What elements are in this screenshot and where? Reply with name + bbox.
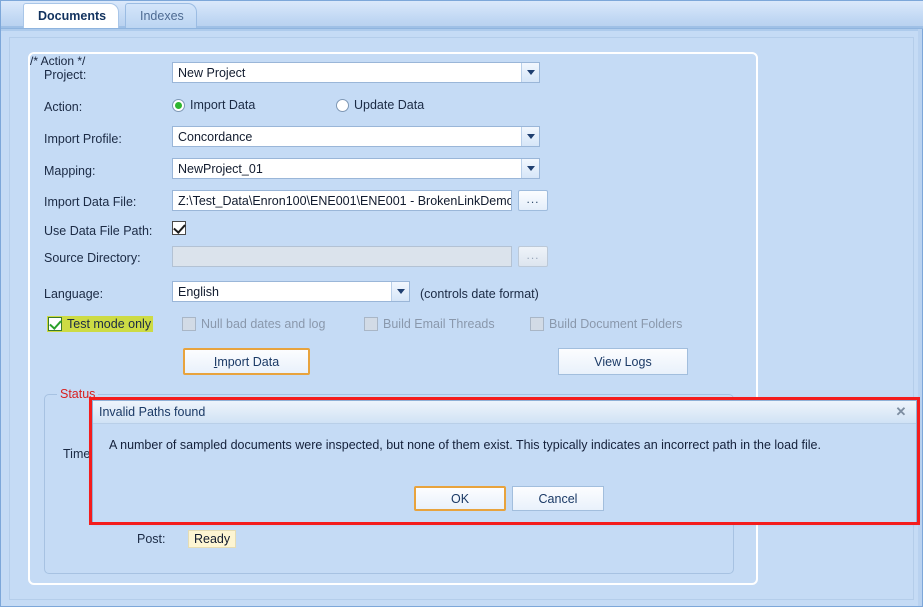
use-data-file-path-checkbox[interactable] [172,221,191,235]
dialog-ok-label: OK [451,492,469,506]
tab-indexes[interactable]: Indexes [125,3,197,28]
dialog-ok-button[interactable]: OK [414,486,506,511]
dialog-title-bar: Invalid Paths found ✕ [93,401,916,424]
checkbox-build-document-folders-label: Build Document Folders [549,317,682,331]
invalid-paths-dialog: Invalid Paths found ✕ A number of sample… [92,400,917,522]
checkbox-indicator [172,221,186,235]
browse-data-file-button[interactable]: ... [518,190,548,211]
radio-update-data[interactable]: Update Data [336,98,424,112]
status-groupbox-legend: Status [57,387,98,401]
application-window: Documents Indexes Project: New Project /… [0,0,923,607]
checkbox-indicator [182,317,196,331]
view-logs-button-label: View Logs [594,355,651,369]
close-icon[interactable]: ✕ [892,403,910,421]
import-data-button-label: Import Data [214,355,279,369]
right-edge-strip [918,29,922,606]
source-directory-input [172,246,512,267]
dialog-cancel-button[interactable]: Cancel [512,486,604,511]
language-label: Language: [44,287,103,301]
checkbox-indicator [530,317,544,331]
checkbox-null-bad-dates-and-log-label: Null bad dates and log [201,317,325,331]
checkbox-indicator [364,317,378,331]
view-logs-button[interactable]: View Logs [558,348,688,375]
mapping-label: Mapping: [44,164,95,178]
radio-import-data[interactable]: Import Data [172,98,255,112]
import-data-file-value: Z:\Test_Data\Enron100\ENE001\ENE001 - Br… [178,194,512,208]
radio-update-data-indicator [336,99,349,112]
language-value: English [173,285,391,299]
tab-documents-label: Documents [38,9,106,23]
tab-indexes-label: Indexes [140,9,184,23]
dialog-title: Invalid Paths found [99,405,205,419]
import-profile-value: Concordance [173,130,521,144]
radio-import-data-indicator [172,99,185,112]
radio-update-data-label: Update Data [354,98,424,112]
checkbox-null-bad-dates-and-log: Null bad dates and log [182,317,325,331]
mapping-combo[interactable]: NewProject_01 [172,158,540,179]
checkbox-indicator [48,317,62,331]
project-label: Project: [44,68,86,82]
chevron-down-icon[interactable] [391,282,409,301]
import-profile-label: Import Profile: [44,132,122,146]
dialog-body: A number of sampled documents were inspe… [93,424,916,522]
dialog-message: A number of sampled documents were inspe… [109,436,904,454]
language-combo[interactable]: English [172,281,410,302]
import-data-file-label: Import Data File: [44,195,136,209]
checkbox-build-email-threads: Build Email Threads [364,317,495,331]
import-profile-combo[interactable]: Concordance [172,126,540,147]
post-label: Post: [137,532,166,546]
source-directory-label: Source Directory: [44,251,141,265]
checkbox-build-email-threads-label: Build Email Threads [383,317,495,331]
project-combo[interactable]: New Project [172,62,540,83]
chevron-down-icon[interactable] [521,127,539,146]
dialog-cancel-label: Cancel [539,492,578,506]
import-data-file-input[interactable]: Z:\Test_Data\Enron100\ENE001\ENE001 - Br… [172,190,512,211]
time-label: Time [63,447,90,461]
checkbox-build-document-folders: Build Document Folders [530,317,682,331]
chevron-down-icon[interactable] [521,63,539,82]
import-data-button[interactable]: Import Data [183,348,310,375]
tab-bar: Documents Indexes [1,1,923,29]
project-value: New Project [173,66,521,80]
use-data-file-path-label: Use Data File Path: [44,224,152,238]
checkbox-test-mode-only-label: Test mode only [67,317,151,331]
action-label: Action: [44,100,82,114]
checkbox-test-mode-only[interactable]: Test mode only [47,316,153,332]
mapping-value: NewProject_01 [173,162,521,176]
tab-documents[interactable]: Documents [23,3,119,28]
post-value: Ready [188,530,236,548]
browse-source-directory-button: ... [518,246,548,267]
radio-import-data-label: Import Data [190,98,255,112]
language-hint: (controls date format) [420,287,539,301]
chevron-down-icon[interactable] [521,159,539,178]
